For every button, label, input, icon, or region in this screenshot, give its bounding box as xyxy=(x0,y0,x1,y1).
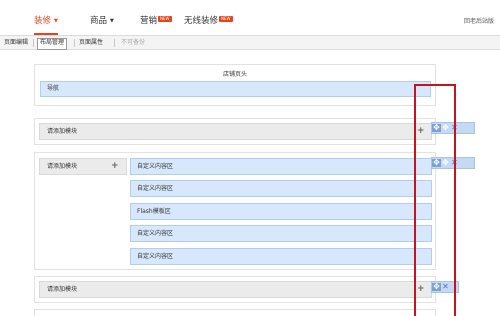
new-badge: NEW xyxy=(219,16,233,22)
shop-header-title: 店铺页头 xyxy=(222,71,247,78)
active-tab-indicator xyxy=(34,33,58,35)
nav-mobile-decorate[interactable]: 无线装修 NEW xyxy=(184,14,233,26)
plus-icon[interactable]: + xyxy=(111,162,119,171)
custom-content-module[interactable]: 自定义内容区 xyxy=(130,225,432,242)
custom-content-module[interactable]: 自定义内容区 xyxy=(130,248,432,265)
tab-layout-management[interactable]: 布局管理 xyxy=(37,38,68,50)
nav-products[interactable]: 商品 ▼ xyxy=(90,14,114,26)
layout-section-1: 请添加模块 + xyxy=(34,118,436,145)
back-to-old-link[interactable]: 回老后站版 xyxy=(464,16,494,25)
tab-page-properties[interactable]: 页面属性 xyxy=(77,38,105,48)
tab-divider xyxy=(33,39,34,47)
custom-content-module[interactable]: 自定义内容区 xyxy=(130,180,432,197)
nav-decorate-label: 装修 xyxy=(34,16,52,26)
nav-mobile-decorate-label: 无线装修 xyxy=(184,16,219,26)
nav-module[interactable]: 导航 xyxy=(40,81,431,97)
nav-marketing[interactable]: 营销 NEW xyxy=(140,14,172,26)
tab-divider xyxy=(114,39,115,47)
tab-divider xyxy=(74,39,75,47)
nav-marketing-label: 营销 xyxy=(140,16,158,26)
chevron-down-icon: ▼ xyxy=(54,18,58,24)
top-nav-bar: 装修 ▼ 商品 ▼ 营销 NEW 无线装修 NEW 回老后站版 xyxy=(0,0,500,36)
shop-header-section: 店铺页头 导航 xyxy=(34,64,436,106)
chevron-down-icon: ▼ xyxy=(110,18,114,24)
nav-decorate[interactable]: 装修 ▼ xyxy=(34,14,58,35)
layout-section-4 xyxy=(34,309,436,316)
add-module-bar[interactable]: 请添加模块 xyxy=(39,123,432,140)
tab-backup: 不可备份 xyxy=(121,39,146,46)
custom-content-module[interactable]: 自定义内容区 xyxy=(130,158,432,175)
layout-section-3: 请添加模块 + xyxy=(34,276,436,303)
nav-products-label: 商品 xyxy=(90,16,108,26)
flash-template-module[interactable]: Flash模板区 xyxy=(130,203,432,220)
sub-tab-bar: 页面编辑 布局管理 页面属性 不可备份 xyxy=(0,36,500,50)
layout-section-2: 请添加模块 + 自定义内容区 自定义内容区 Flash模板区 自定义内容区 自定… xyxy=(34,152,436,270)
new-badge: NEW xyxy=(158,16,172,22)
highlight-box xyxy=(414,84,456,316)
add-module-bar[interactable]: 请添加模块 xyxy=(39,281,432,298)
tab-page-edit[interactable]: 页面编辑 xyxy=(2,38,30,48)
